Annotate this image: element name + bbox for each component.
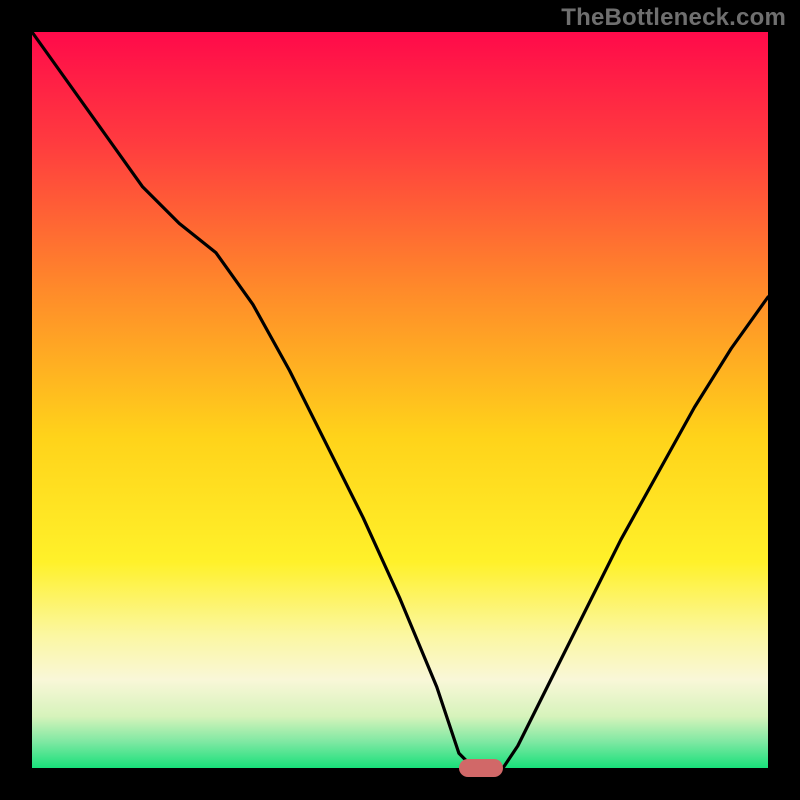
- frame: TheBottleneck.com: [0, 0, 800, 800]
- optimal-marker: [459, 759, 503, 777]
- plot-background: [32, 32, 768, 768]
- bottleneck-chart: [0, 0, 800, 800]
- watermark-text: TheBottleneck.com: [561, 4, 786, 32]
